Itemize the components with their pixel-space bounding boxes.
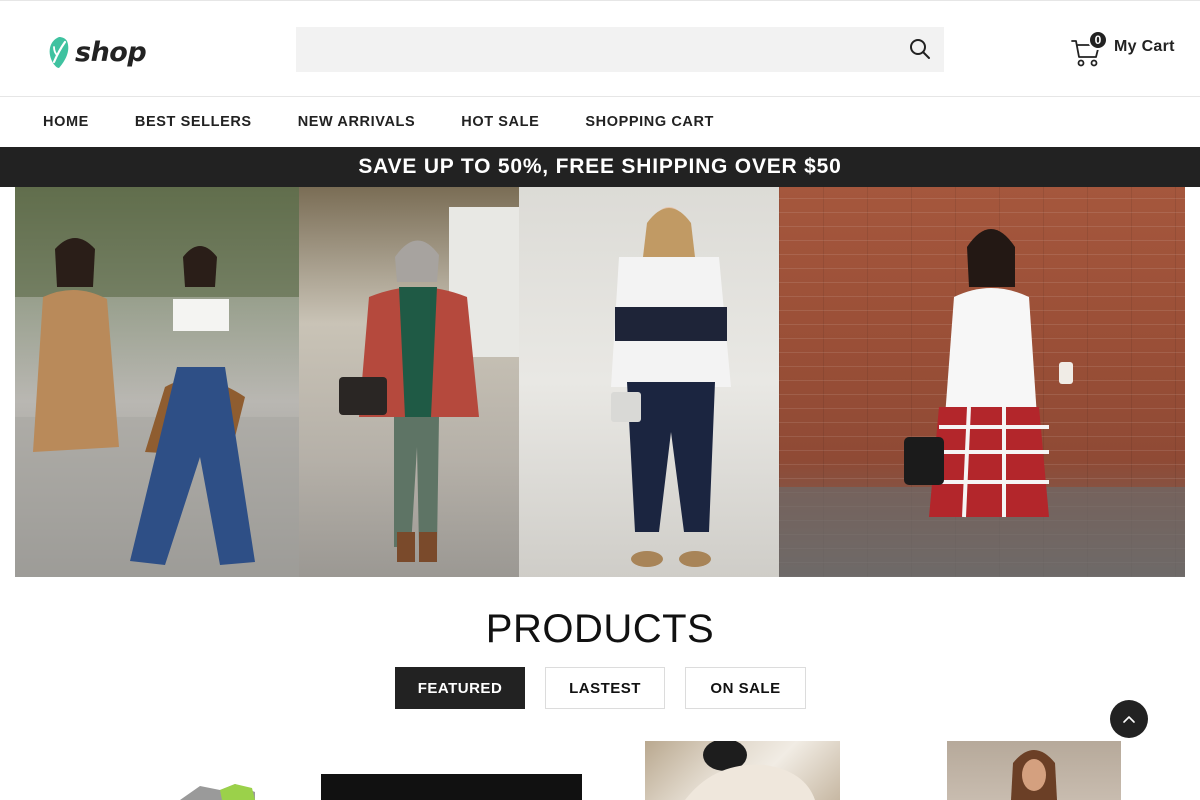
logo[interactable]: shop <box>45 34 147 70</box>
leaf-logo-icon <box>49 37 69 68</box>
tab-featured[interactable]: FEATURED <box>395 667 525 709</box>
product-thumbnail[interactable] <box>160 780 260 800</box>
cart-count-badge: 0 <box>1088 30 1108 50</box>
cart-label[interactable]: My Cart <box>1114 38 1175 56</box>
nav-item-new-arrivals[interactable]: NEW ARRIVALS <box>298 114 416 130</box>
hero-image-street-style-4 <box>779 187 1185 577</box>
tab-on-sale[interactable]: ON SALE <box>685 667 806 709</box>
product-thumbnail[interactable] <box>947 741 1121 800</box>
nav-item-best-sellers[interactable]: BEST SELLERS <box>135 114 252 130</box>
site-header: shop 0 My Cart <box>0 0 1200 97</box>
product-tabs: FEATURED LASTEST ON SALE <box>395 667 806 709</box>
chevron-up-icon <box>1123 716 1135 723</box>
hero-image-street-style-1 <box>15 187 299 577</box>
logo-text: shop <box>75 36 147 68</box>
promo-banner: SAVE UP TO 50%, FREE SHIPPING OVER $50 <box>0 147 1200 187</box>
hero-banner[interactable] <box>15 187 1185 577</box>
hero-image-street-style-2 <box>299 187 519 577</box>
main-nav: HOME BEST SELLERS NEW ARRIVALS HOT SALE … <box>0 97 1200 147</box>
nav-item-hot-sale[interactable]: HOT SALE <box>461 114 539 130</box>
search-input[interactable] <box>296 27 896 72</box>
cart-link[interactable]: 0 My Cart <box>1070 27 1175 67</box>
product-thumbnail[interactable] <box>321 774 582 800</box>
products-section-title: PRODUCTS <box>485 607 715 651</box>
product-thumbnail[interactable] <box>645 741 840 800</box>
tab-lastest[interactable]: LASTEST <box>545 667 665 709</box>
cart-icon-wrapper: 0 <box>1070 30 1108 67</box>
hero-image-street-style-3 <box>519 187 779 577</box>
nav-item-shopping-cart[interactable]: SHOPPING CART <box>585 114 714 130</box>
search-icon[interactable] <box>908 37 932 61</box>
nav-item-home[interactable]: HOME <box>43 114 89 130</box>
back-to-top-button[interactable] <box>1110 700 1148 738</box>
search-bar <box>296 27 944 72</box>
